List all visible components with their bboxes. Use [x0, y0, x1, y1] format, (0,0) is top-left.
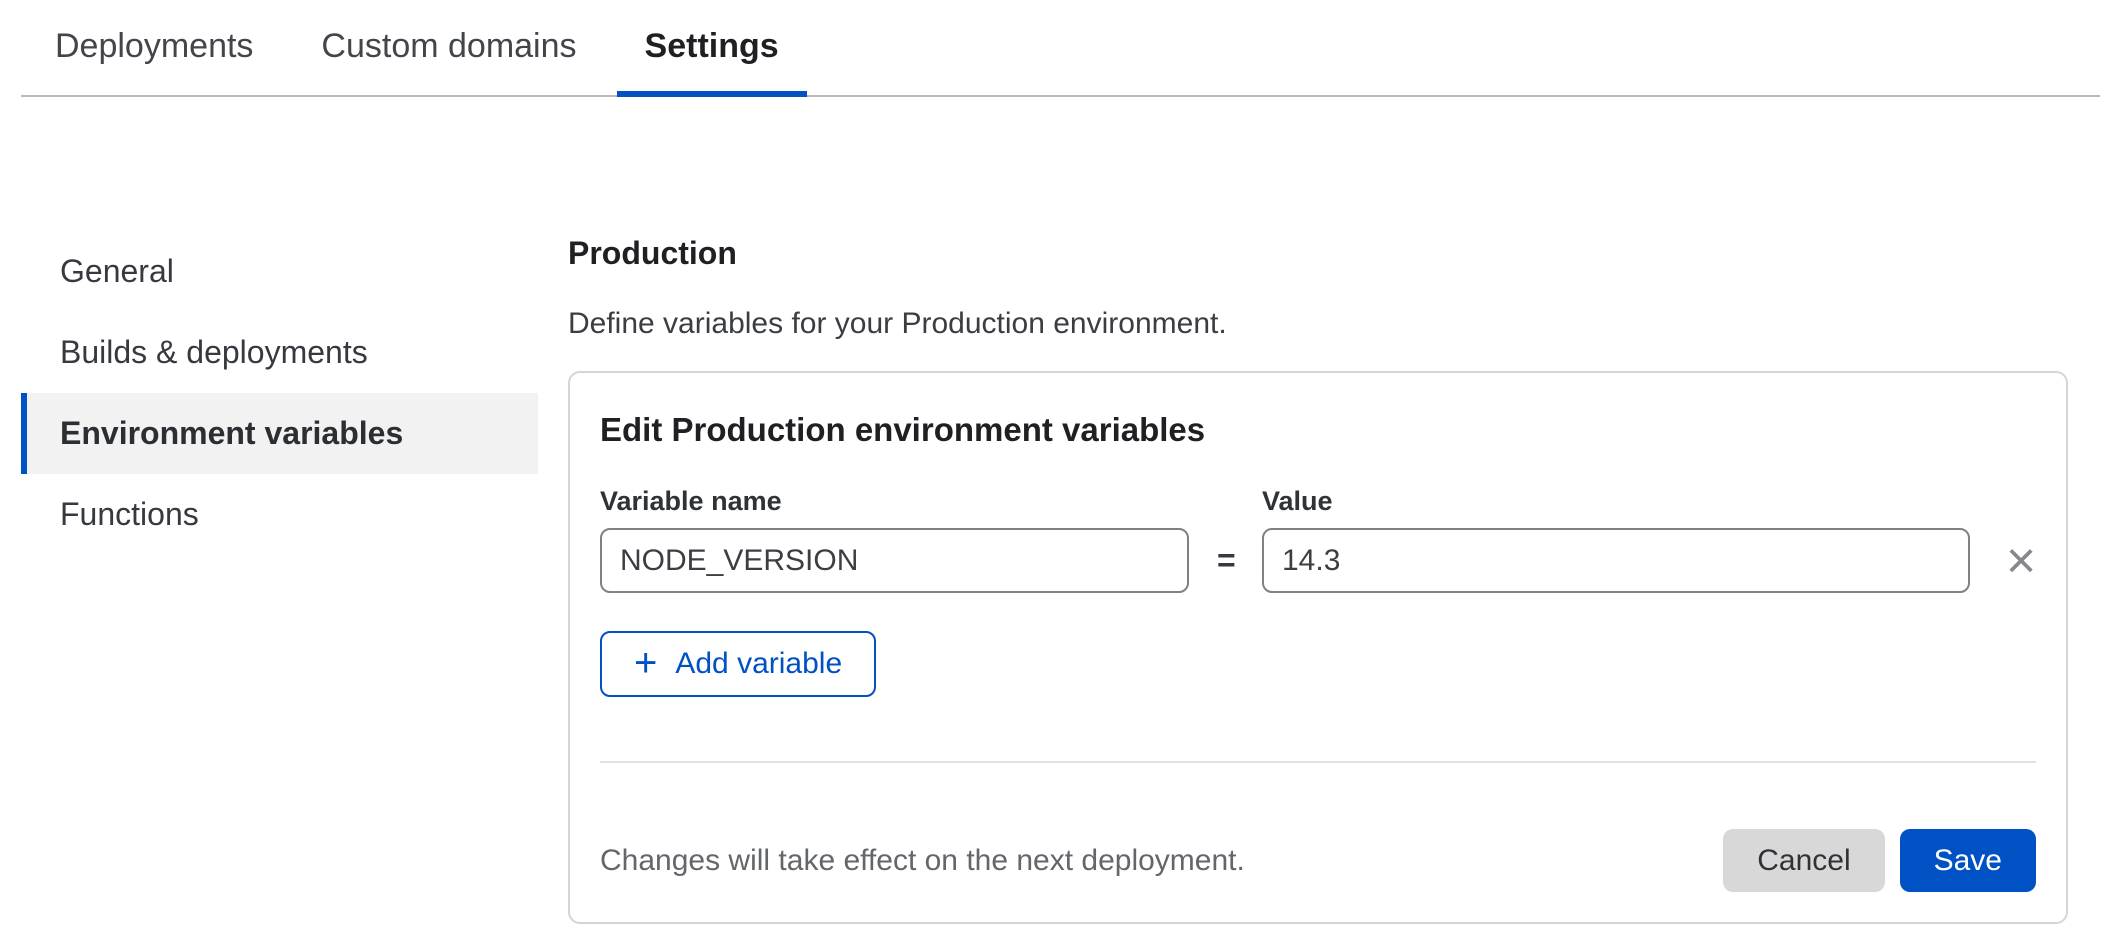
- remove-variable-button[interactable]: ×: [1998, 533, 2044, 589]
- tab-custom-domains[interactable]: Custom domains: [293, 0, 604, 95]
- sidebar-item-environment-variables[interactable]: Environment variables: [21, 393, 538, 474]
- sidebar-item-functions[interactable]: Functions: [21, 474, 538, 555]
- card-footer: Changes will take effect on the next dep…: [600, 829, 2036, 892]
- add-variable-button[interactable]: + Add variable: [600, 631, 876, 697]
- footer-note: Changes will take effect on the next dep…: [600, 844, 1245, 878]
- settings-sidebar: General Builds & deployments Environment…: [21, 231, 538, 555]
- add-variable-label: Add variable: [675, 647, 842, 681]
- variable-labels-row: Variable name Value: [600, 485, 2036, 518]
- save-button[interactable]: Save: [1900, 829, 2036, 892]
- tab-bar: Deployments Custom domains Settings: [21, 0, 2100, 97]
- settings-content: General Builds & deployments Environment…: [0, 231, 2121, 924]
- value-label: Value: [1262, 485, 1970, 518]
- value-input[interactable]: [1262, 528, 1970, 593]
- card-divider: [600, 761, 2036, 763]
- close-icon: ×: [2006, 532, 2036, 590]
- tab-settings[interactable]: Settings: [617, 0, 807, 95]
- edit-variables-card: Edit Production environment variables Va…: [568, 371, 2068, 924]
- variable-name-label: Variable name: [600, 485, 1189, 518]
- footer-actions: Cancel Save: [1723, 829, 2036, 892]
- section-description: Define variables for your Production env…: [568, 303, 2068, 345]
- variable-row: = ×: [600, 528, 2036, 593]
- tab-deployments[interactable]: Deployments: [27, 0, 281, 95]
- sidebar-item-general[interactable]: General: [21, 231, 538, 312]
- environment-variables-panel: Production Define variables for your Pro…: [568, 231, 2068, 924]
- variable-name-input[interactable]: [600, 528, 1189, 593]
- section-title-production: Production: [568, 231, 2068, 275]
- card-title: Edit Production environment variables: [600, 407, 2036, 453]
- cancel-button[interactable]: Cancel: [1723, 829, 1884, 892]
- equals-sign: =: [1217, 542, 1234, 579]
- plus-icon: +: [634, 643, 657, 683]
- sidebar-item-builds-deployments[interactable]: Builds & deployments: [21, 312, 538, 393]
